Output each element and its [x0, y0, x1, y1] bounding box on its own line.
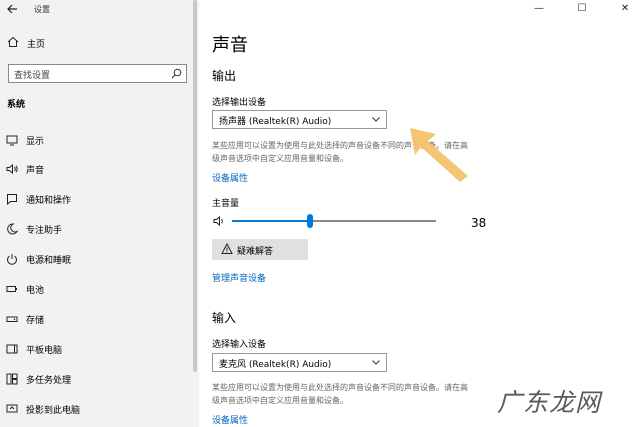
annotation-arrow-icon	[410, 128, 468, 182]
page-title: 声音	[212, 35, 248, 56]
sidebar-item-multitasking[interactable]: 多任务处理	[0, 370, 193, 390]
maximize-button[interactable]: ☐	[575, 2, 589, 16]
sidebar-item-label: 电源和睡眠	[26, 256, 72, 266]
sidebar-item-label: 专注助手	[26, 226, 63, 236]
sidebar: 设置 主页 查找设置 系统 显示 声音 通知和操作 专注助手 电源和睡眠 电池 …	[0, 0, 199, 427]
slider-fill	[232, 220, 310, 222]
sidebar-item-label: 存储	[26, 316, 45, 326]
input-device-properties-link[interactable]: 设备属性	[212, 413, 248, 426]
speaker-icon[interactable]	[213, 215, 227, 227]
power-icon	[7, 254, 17, 265]
main-content: — ☐ ✕ 声音 输出 选择输出设备 扬声器 (Realtek(R) Audio…	[199, 0, 640, 427]
sidebar-item-notifications[interactable]: 通知和操作	[0, 190, 193, 210]
minimize-button[interactable]: —	[532, 2, 546, 16]
sidebar-item-label: 投影到此电脑	[26, 406, 81, 416]
search-icon	[171, 68, 182, 79]
title-bar: 设置	[0, 0, 199, 22]
volume-value: 38	[471, 216, 487, 230]
battery-icon	[6, 286, 17, 292]
moon-icon	[7, 223, 18, 235]
search-placeholder: 查找设置	[14, 71, 51, 81]
close-button[interactable]: ✕	[618, 2, 632, 16]
sidebar-item-power-sleep[interactable]: 电源和睡眠	[0, 250, 193, 270]
notification-icon	[7, 194, 17, 205]
section-title: 系统	[7, 100, 26, 110]
tablet-icon	[6, 344, 18, 354]
storage-icon	[6, 316, 18, 322]
manage-sound-devices-link[interactable]: 管理声音设备	[212, 271, 266, 284]
output-device-properties-link[interactable]: 设备属性	[212, 171, 248, 184]
chevron-down-icon	[372, 360, 380, 365]
chevron-down-icon	[372, 117, 380, 122]
monitor-icon	[6, 135, 18, 146]
input-device-dropdown[interactable]: 麦克风 (Realtek(R) Audio)	[212, 353, 387, 372]
sidebar-item-focus-assist[interactable]: 专注助手	[0, 220, 193, 240]
input-device-value: 麦克风 (Realtek(R) Audio)	[219, 360, 332, 370]
sidebar-item-tablet[interactable]: 平板电脑	[0, 340, 193, 360]
output-device-label: 选择输出设备	[212, 98, 267, 108]
input-description: 某些应用可以设置为使用与此处选择的声音设备不同的声音设备。请在高 级声音选项中自…	[212, 381, 512, 407]
projector-icon	[6, 404, 18, 413]
home-icon	[7, 36, 19, 47]
sidebar-item-label: 显示	[26, 137, 45, 147]
master-volume-label: 主音量	[212, 199, 240, 209]
master-volume-slider[interactable]	[232, 214, 436, 228]
back-button[interactable]	[6, 3, 22, 17]
output-heading: 输出	[212, 69, 237, 83]
input-desc-line-1: 某些应用可以设置为使用与此处选择的声音设备不同的声音设备。请在高	[212, 383, 468, 392]
app-title: 设置	[34, 5, 50, 14]
sidebar-item-label: 平板电脑	[26, 346, 63, 356]
multitask-icon	[6, 373, 18, 385]
input-device-label: 选择输入设备	[212, 340, 267, 350]
troubleshoot-label: 疑难解答	[237, 247, 274, 257]
troubleshoot-button[interactable]: 疑难解答	[212, 239, 308, 260]
output-device-value: 扬声器 (Realtek(R) Audio)	[219, 117, 332, 127]
sidebar-item-label: 通知和操作	[26, 196, 72, 206]
back-arrow-icon	[7, 4, 17, 14]
sidebar-item-project-to-pc[interactable]: 投影到此电脑	[0, 400, 193, 420]
search-input[interactable]: 查找设置	[8, 64, 187, 83]
speaker-icon	[6, 163, 18, 175]
watermark-text: 广东龙网	[497, 388, 602, 417]
home-nav-item[interactable]: 主页	[0, 34, 199, 54]
sidebar-item-battery[interactable]: 电池	[0, 280, 193, 300]
sidebar-scrollbar[interactable]	[193, 0, 197, 372]
home-label: 主页	[27, 40, 46, 50]
sidebar-item-storage[interactable]: 存储	[0, 310, 193, 330]
input-heading: 输入	[212, 311, 237, 325]
sidebar-item-label: 多任务处理	[26, 376, 72, 386]
slider-thumb[interactable]	[307, 214, 313, 228]
sidebar-item-sound[interactable]: 声音	[0, 160, 193, 180]
warning-icon	[221, 243, 233, 254]
window-controls: — ☐ ✕	[520, 0, 640, 20]
output-device-dropdown[interactable]: 扬声器 (Realtek(R) Audio)	[212, 110, 387, 129]
input-desc-line-2: 级声音选项中自定义应用音量和设备。	[212, 396, 348, 405]
sidebar-item-display[interactable]: 显示	[0, 131, 193, 151]
sidebar-item-label: 声音	[26, 166, 45, 176]
sidebar-item-label: 电池	[26, 286, 45, 296]
